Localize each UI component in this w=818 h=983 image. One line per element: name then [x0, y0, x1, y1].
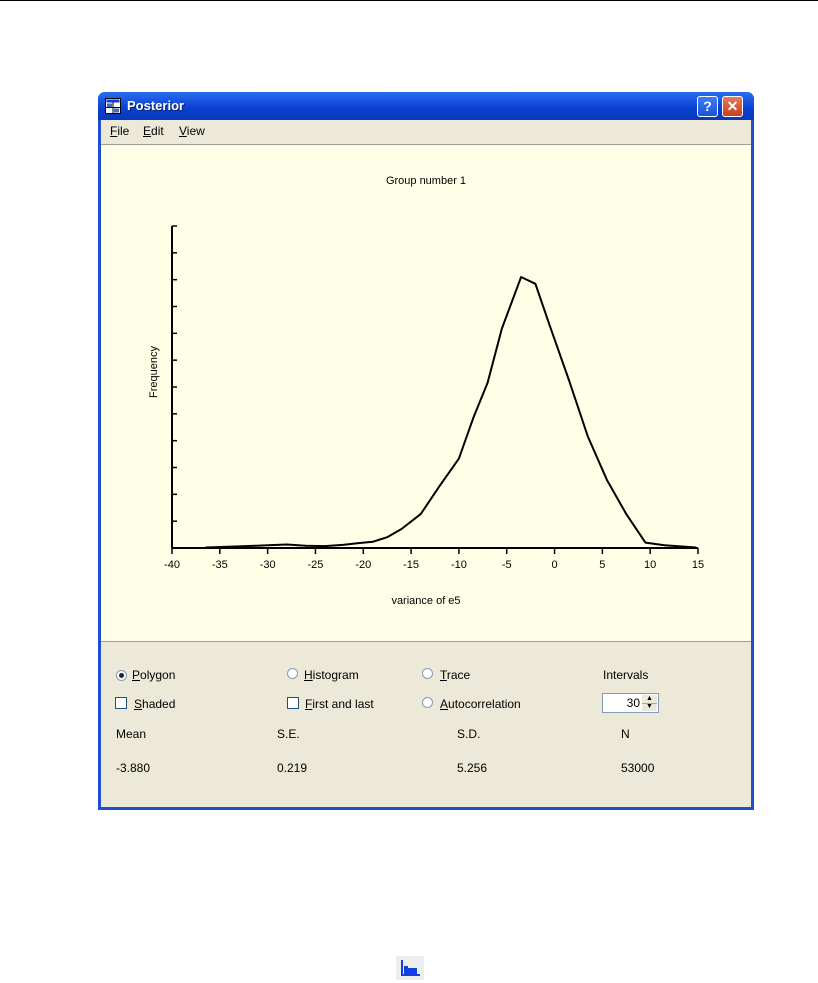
menu-file[interactable]: File: [110, 124, 129, 138]
stat-header-se: S.E.: [277, 727, 300, 741]
chart-axes: -40 -35 -30 -25 -20 -15 -10 -5 0 5 10 15: [164, 226, 704, 571]
histogram-radio[interactable]: [287, 668, 298, 679]
app-grid-icon: [105, 98, 121, 114]
polygon-label[interactable]: Polygon: [132, 668, 175, 682]
x-tick-label: 0: [551, 559, 557, 571]
x-tick-label: -25: [308, 559, 324, 571]
first-last-label[interactable]: First and last: [305, 697, 374, 711]
intervals-value[interactable]: 30: [627, 696, 640, 710]
x-tick-label: 5: [599, 559, 605, 571]
shaded-mnemonic: S: [134, 697, 142, 711]
histogram-mnemonic: H: [304, 668, 313, 682]
y-axis-label: Frequency: [148, 346, 160, 398]
stat-header-n: N: [621, 727, 630, 741]
x-tick-label: -40: [164, 559, 180, 571]
chart-series: [205, 277, 696, 548]
autocorrelation-radio[interactable]: [422, 697, 433, 708]
x-tick-label: -5: [502, 559, 512, 571]
menu-view-mnemonic: V: [179, 124, 187, 138]
close-icon: ✕: [727, 98, 739, 114]
polygon-text: olygon: [140, 668, 175, 682]
autocorrelation-mnemonic: A: [440, 697, 448, 711]
menu-view-label: iew: [187, 124, 205, 138]
stat-value-se: 0.219: [277, 761, 307, 775]
chart-title: Group number 1: [386, 175, 466, 187]
intervals-spinner[interactable]: 30 ▲ ▼: [602, 693, 659, 713]
intervals-label: Intervals: [603, 668, 648, 682]
trace-label[interactable]: Trace: [440, 668, 470, 682]
posterior-polygon-line: [206, 277, 697, 548]
title-bar[interactable]: Posterior ? ✕: [98, 92, 754, 120]
histogram-label[interactable]: Histogram: [304, 668, 359, 682]
shaded-label[interactable]: Shaded: [134, 697, 175, 711]
menu-edit[interactable]: Edit: [143, 124, 164, 138]
polygon-mnemonic: P: [132, 668, 140, 682]
close-button[interactable]: ✕: [722, 96, 743, 117]
shaded-text: haded: [142, 697, 175, 711]
menu-edit-mnemonic: E: [143, 124, 151, 138]
trace-text: race: [447, 668, 470, 682]
histogram-icon: [396, 956, 424, 980]
shaded-checkbox[interactable]: [115, 697, 127, 709]
stat-header-mean: Mean: [116, 727, 146, 741]
x-tick-label: -10: [451, 559, 467, 571]
plot-panel: Group number 1 Frequency variance of e5 …: [101, 144, 751, 642]
stat-value-n: 53000: [621, 761, 654, 775]
posterior-chart: Group number 1 Frequency variance of e5 …: [101, 145, 749, 641]
autocorrelation-text: utocorrelation: [448, 697, 521, 711]
x-tick-label: -20: [355, 559, 371, 571]
question-icon: ?: [703, 98, 712, 114]
first-last-checkbox[interactable]: [287, 697, 299, 709]
stat-value-sd: 5.256: [457, 761, 487, 775]
trace-mnemonic: T: [440, 668, 447, 682]
autocorrelation-label[interactable]: Autocorrelation: [440, 697, 521, 711]
menu-edit-label: dit: [151, 124, 164, 138]
polygon-radio[interactable]: [116, 670, 127, 681]
menu-bar: File Edit View: [101, 120, 751, 142]
menu-view[interactable]: View: [179, 124, 205, 138]
x-tick-label: -35: [212, 559, 228, 571]
histogram-text: istogram: [313, 668, 359, 682]
spin-down-arrow-icon[interactable]: ▼: [642, 703, 657, 711]
first-last-text: irst and last: [312, 697, 373, 711]
window-title: Posterior: [127, 98, 184, 113]
x-tick-label: 15: [692, 559, 704, 571]
menu-file-label: ile: [117, 124, 129, 138]
x-tick-label: -15: [403, 559, 419, 571]
spinner-buttons: ▲ ▼: [642, 695, 657, 711]
x-tick-label: -30: [260, 559, 276, 571]
x-axis-label: variance of e5: [391, 595, 460, 607]
help-button[interactable]: ?: [697, 96, 718, 117]
x-tick-label: 10: [644, 559, 656, 571]
trace-radio[interactable]: [422, 668, 433, 679]
stat-header-sd: S.D.: [457, 727, 480, 741]
stat-value-mean: -3.880: [116, 761, 150, 775]
page-top-rule: [0, 0, 818, 1]
histogram-icon-graphic: [396, 956, 424, 980]
radio-selected-dot: [119, 673, 124, 678]
